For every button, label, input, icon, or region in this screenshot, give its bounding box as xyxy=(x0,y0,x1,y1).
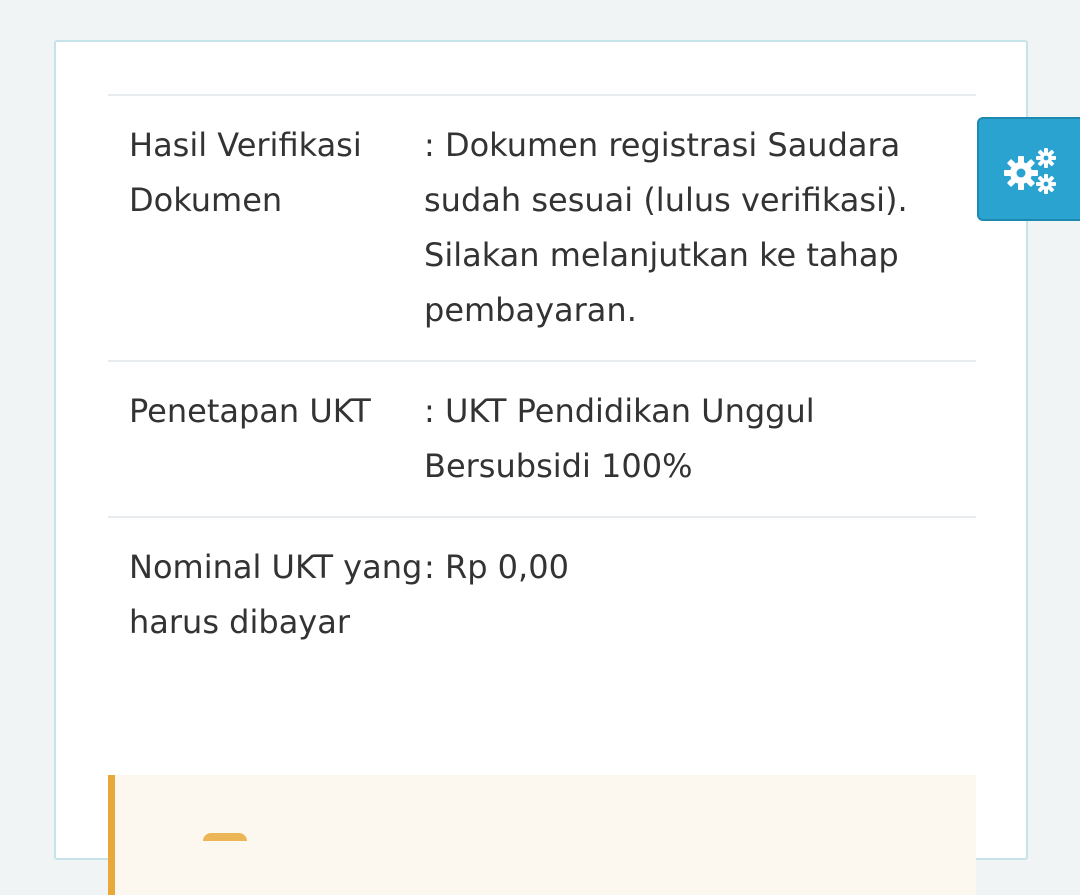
table-row-penetapan-ukt: Penetapan UKT : UKT Pendidikan Unggul Be… xyxy=(108,360,976,517)
registration-info-table: Hasil Verifikasi Dokumen : Dokumen regis… xyxy=(108,94,976,672)
alert-box xyxy=(108,775,976,895)
table-row-nominal-ukt: Nominal UKT yang harus dibayar : Rp 0,00 xyxy=(108,516,976,672)
row-label: Nominal UKT yang harus dibayar xyxy=(108,516,424,672)
gears-icon xyxy=(1004,148,1056,194)
table-row-hasil-verifikasi: Hasil Verifikasi Dokumen : Dokumen regis… xyxy=(108,94,976,361)
settings-button[interactable] xyxy=(977,117,1080,221)
row-label: Penetapan UKT xyxy=(108,360,424,517)
alert-icon xyxy=(203,833,247,841)
row-value: : Rp 0,00 xyxy=(424,516,976,672)
info-card: Hasil Verifikasi Dokumen : Dokumen regis… xyxy=(54,40,1028,895)
row-value: : Dokumen registrasi Saudara sudah sesua… xyxy=(424,94,976,361)
row-label: Hasil Verifikasi Dokumen xyxy=(108,94,424,361)
row-value: : UKT Pendidikan Unggul Bersubsidi 100% xyxy=(424,360,976,517)
